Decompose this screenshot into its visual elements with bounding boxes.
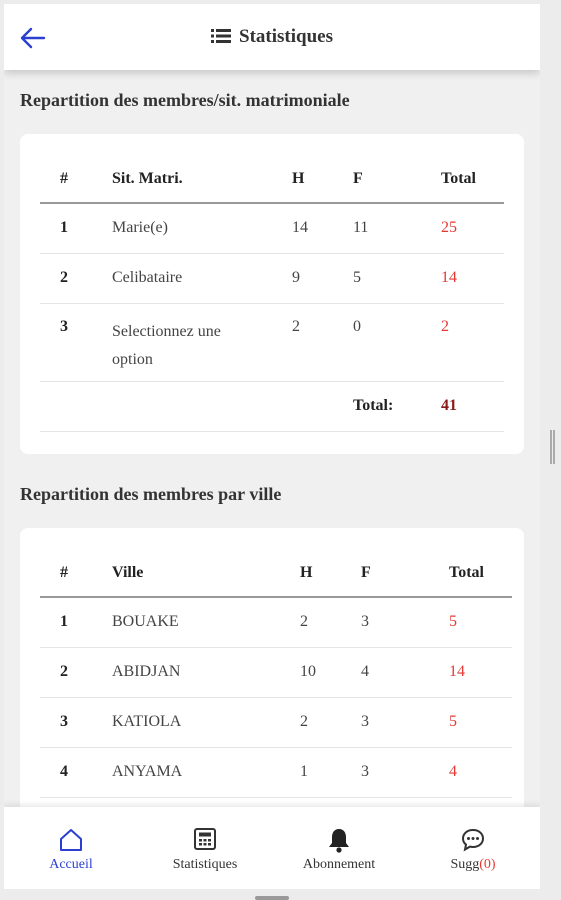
col-header-total: Total — [441, 170, 476, 187]
nav-sugg-label: Sugg(0) — [406, 857, 540, 873]
total-row: Total: 41 — [40, 381, 504, 431]
nav-statistiques[interactable]: Statistiques — [138, 807, 272, 889]
col-header-h: H — [292, 170, 305, 187]
col-header-number: # — [60, 170, 68, 187]
row-total: 14 — [441, 269, 457, 286]
top-app-bar: Statistiques — [4, 4, 540, 70]
row-number: 3 — [60, 713, 68, 730]
nav-abonnement-label: Abonnement — [302, 857, 376, 872]
matrimonial-card: # Sit. Matri. H F Total 1 Marie(e) 14 11… — [20, 134, 524, 454]
col-header-label: Ville — [112, 564, 144, 581]
row-label: KATIOLA — [112, 713, 182, 730]
row-total: 5 — [449, 713, 457, 730]
row-total: 14 — [449, 663, 465, 680]
row-f: 3 — [361, 613, 369, 631]
table-row: 1 BOUAKE 2 3 5 — [40, 597, 512, 647]
table-header-row: # Ville H F Total — [40, 550, 512, 597]
home-icon — [4, 827, 138, 853]
nav-accueil[interactable]: Accueil — [4, 807, 138, 889]
sugg-count-badge: (0) — [479, 857, 496, 872]
row-h: 10 — [300, 663, 316, 680]
row-number: 1 — [60, 613, 68, 631]
section-title-ville: Repartition des membres par ville — [20, 484, 282, 504]
table-row: 4 ANYAMA 1 3 4 — [40, 747, 512, 797]
nav-sugg[interactable]: Sugg(0) — [406, 807, 540, 889]
page-title: Statistiques — [4, 26, 540, 50]
row-f: 3 — [361, 713, 369, 730]
row-h: 2 — [300, 613, 308, 631]
chat-bubble-icon — [406, 827, 540, 853]
row-label: ABIDJAN — [112, 663, 181, 680]
bottom-navigation: Accueil Statistiques Abonnement Sugg(0) — [4, 807, 540, 889]
row-f: 0 — [353, 317, 361, 335]
table-row: 3 Selectionnez une option 2 0 2 — [40, 303, 504, 381]
empty-cell — [112, 381, 292, 431]
row-label: Marie(e) — [112, 219, 168, 237]
col-header-h: H — [300, 564, 313, 581]
row-f: 5 — [353, 269, 361, 286]
col-header-label: Sit. Matri. — [112, 170, 183, 187]
page-title-text: Statistiques — [239, 26, 333, 47]
col-header-f: F — [353, 170, 363, 187]
window-resize-handle[interactable] — [255, 896, 289, 900]
row-label: BOUAKE — [112, 613, 179, 631]
col-header-number: # — [60, 564, 68, 581]
scrollbar-handle[interactable] — [550, 430, 555, 464]
empty-cell — [292, 381, 353, 431]
table-row: 3 KATIOLA 2 3 5 — [40, 697, 512, 747]
ville-table: # Ville H F Total 1 BOUAKE 2 3 5 2 ABIDJ — [40, 550, 512, 798]
nav-statistiques-label: Statistiques — [172, 857, 238, 872]
nav-sugg-text: Sugg — [450, 857, 480, 872]
nav-accueil-label: Accueil — [49, 857, 93, 872]
row-total: 25 — [441, 219, 457, 237]
row-number: 3 — [60, 317, 68, 335]
row-f: 3 — [361, 763, 369, 780]
col-header-f: F — [361, 564, 371, 581]
row-label: Selectionnez une option — [112, 322, 221, 368]
row-h: 9 — [292, 269, 300, 286]
list-icon — [211, 28, 232, 50]
row-h: 2 — [300, 713, 308, 730]
row-number: 1 — [60, 219, 68, 237]
row-number: 2 — [60, 663, 68, 680]
row-h: 14 — [292, 219, 308, 237]
col-header-total: Total — [449, 564, 484, 581]
table-row: 1 Marie(e) 14 11 25 — [40, 203, 504, 253]
calculator-icon — [138, 827, 272, 853]
row-number: 2 — [60, 269, 68, 286]
row-total: 2 — [441, 317, 449, 335]
ville-card: # Ville H F Total 1 BOUAKE 2 3 5 2 ABIDJ — [20, 528, 524, 828]
row-h: 2 — [292, 317, 300, 335]
row-total: 5 — [449, 613, 457, 631]
row-h: 1 — [300, 763, 308, 780]
table-header-row: # Sit. Matri. H F Total — [40, 156, 504, 203]
row-f: 4 — [361, 663, 369, 680]
row-number: 4 — [60, 763, 68, 780]
empty-cell — [40, 381, 112, 431]
section-title-matrimonial: Repartition des membres/sit. matrimonial… — [20, 90, 350, 110]
row-label: ANYAMA — [112, 763, 183, 780]
table-row: 2 Celibataire 9 5 14 — [40, 253, 504, 303]
bell-icon — [272, 827, 406, 853]
row-total: 4 — [449, 763, 457, 780]
grand-total-value: 41 — [441, 397, 457, 414]
nav-abonnement[interactable]: Abonnement — [272, 807, 406, 889]
row-label: Celibataire — [112, 269, 183, 286]
app-screen: Statistiques Repartition des membres/sit… — [4, 4, 540, 889]
grand-total-label: Total: — [353, 397, 394, 414]
row-f: 11 — [353, 219, 369, 237]
table-row: 2 ABIDJAN 10 4 14 — [40, 647, 512, 697]
matrimonial-table: # Sit. Matri. H F Total 1 Marie(e) 14 11… — [40, 156, 504, 432]
